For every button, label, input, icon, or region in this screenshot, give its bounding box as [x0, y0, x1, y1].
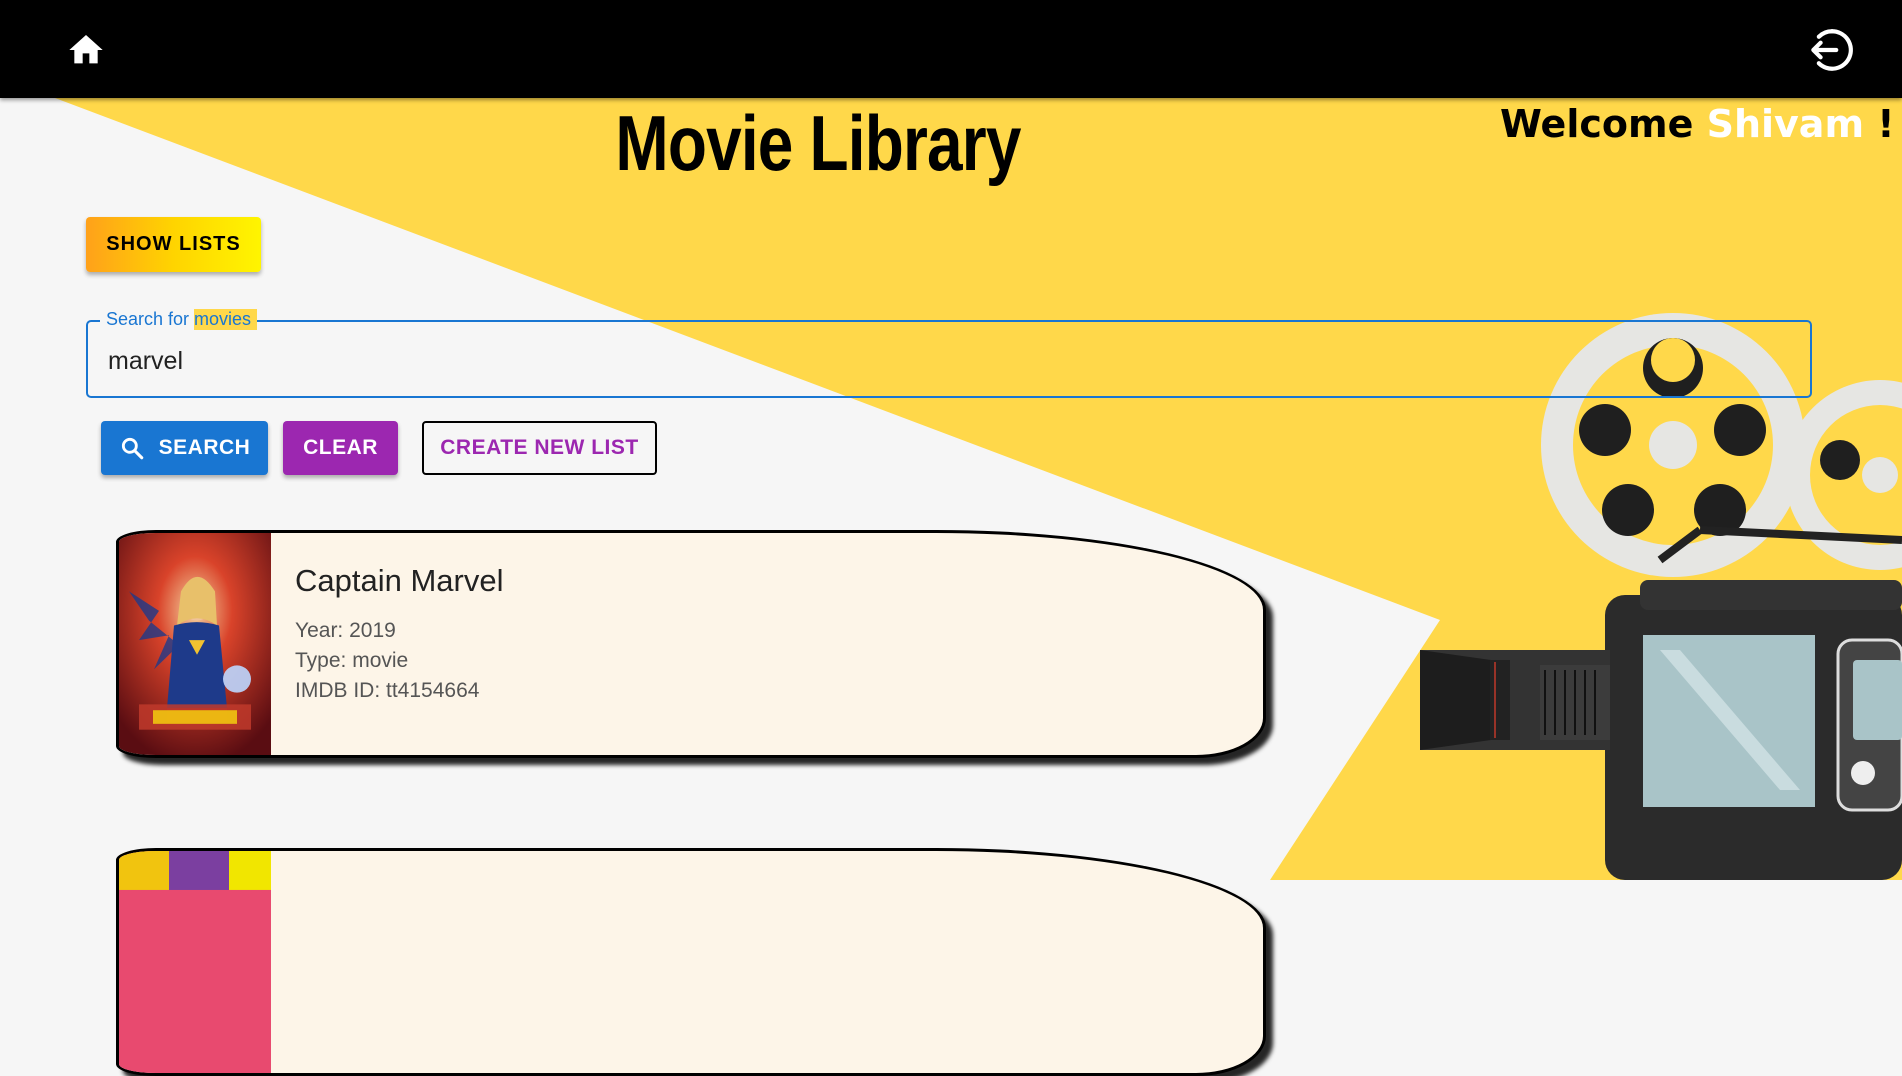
movie-poster	[119, 851, 271, 1073]
search-label: Search for movies	[100, 309, 258, 330]
show-lists-button[interactable]: SHOW LISTS	[86, 217, 261, 272]
movie-type: Type: movie	[295, 649, 409, 672]
welcome-prefix: Welcome	[1500, 102, 1694, 146]
search-field: Search for movies	[86, 309, 1812, 398]
user-name: Shivam	[1706, 102, 1865, 146]
create-new-list-button[interactable]: CREATE NEW LIST	[422, 421, 657, 475]
search-icon	[121, 437, 143, 460]
search-button[interactable]: SEARCH	[101, 421, 268, 475]
logout-icon	[1811, 29, 1853, 71]
home-icon	[69, 35, 103, 64]
movie-title: Captain Marvel	[295, 563, 504, 598]
movie-year: Year: 2019	[295, 619, 396, 642]
logout-button[interactable]	[1804, 24, 1856, 76]
movie-poster	[119, 533, 271, 755]
home-button[interactable]	[60, 24, 112, 76]
page-title: Movie Library	[615, 99, 1021, 187]
welcome-message: Welcome Shivam !	[1500, 102, 1895, 146]
search-button-label: SEARCH	[158, 436, 251, 459]
search-input[interactable]	[106, 344, 1790, 378]
background-projector-illustration	[0, 98, 1902, 880]
welcome-suffix: !	[1877, 102, 1895, 146]
app-bar	[0, 0, 1902, 98]
movie-card[interactable]: Captain Marvel Year: 2019 Type: movie IM…	[116, 530, 1266, 758]
clear-button[interactable]: CLEAR	[283, 421, 398, 475]
movie-card[interactable]	[116, 848, 1266, 1076]
movie-imdb-id: IMDB ID: tt4154664	[295, 679, 480, 702]
